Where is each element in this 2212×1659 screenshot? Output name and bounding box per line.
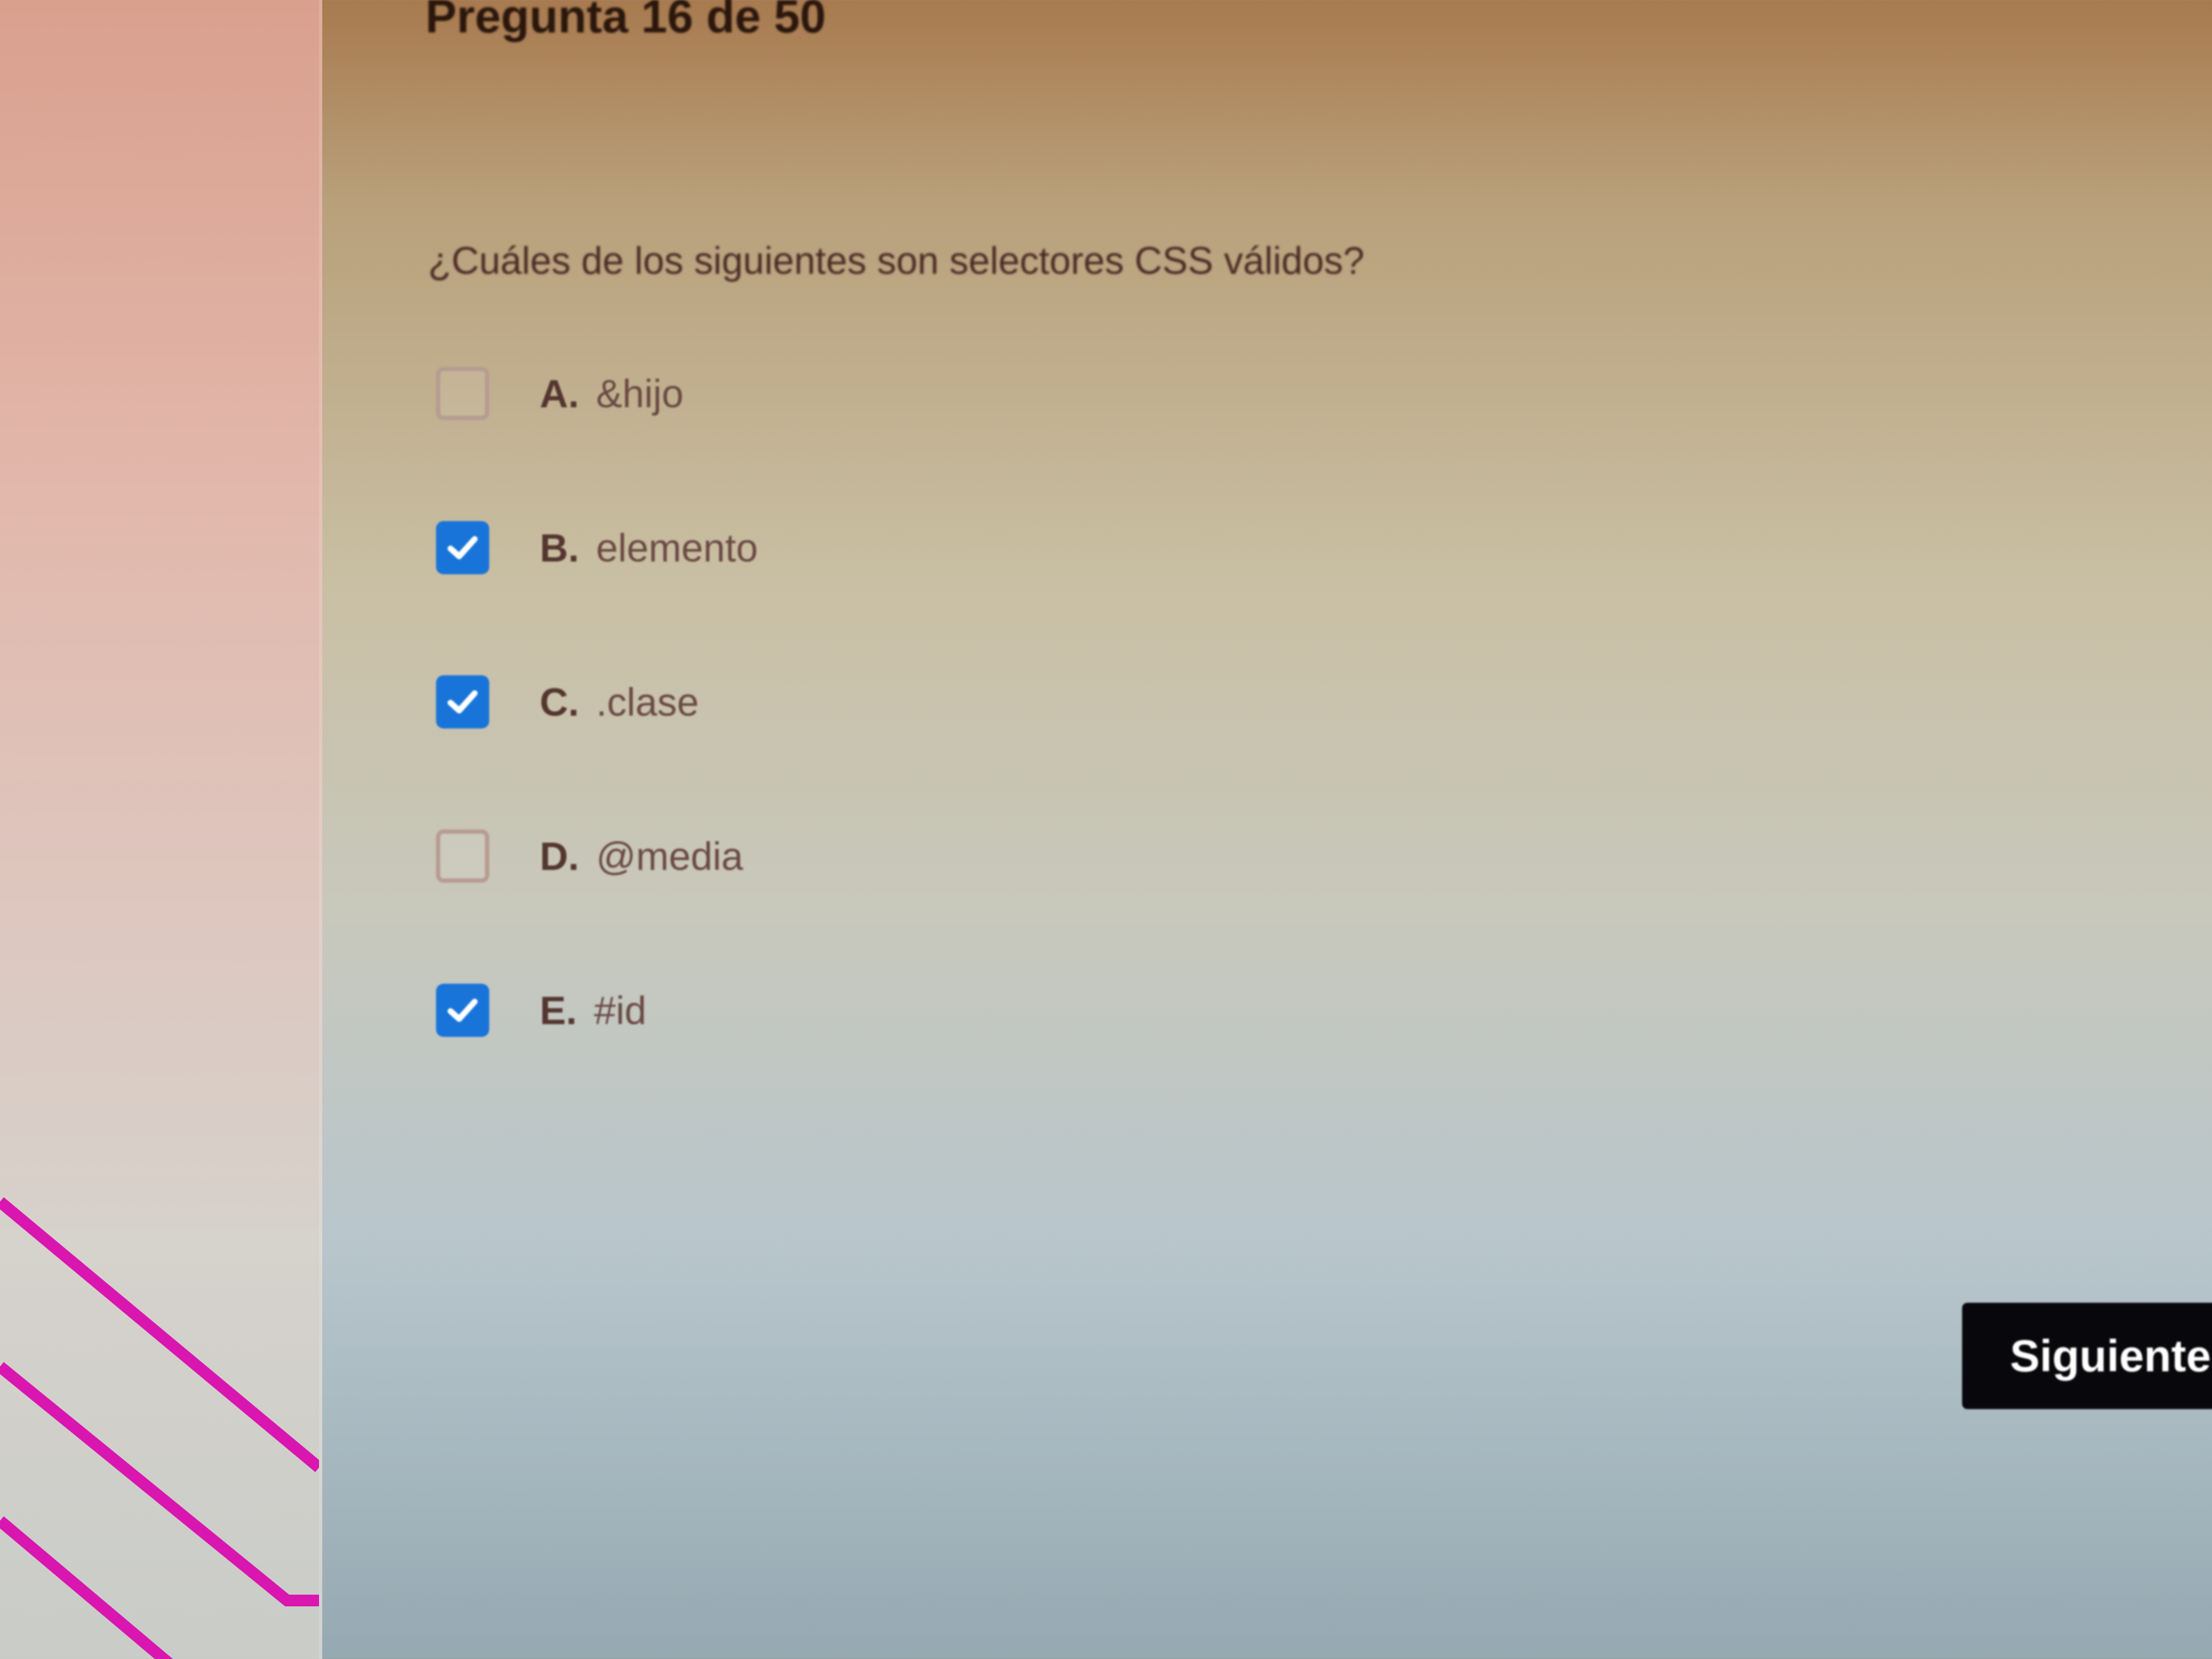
- diagonal-lines-decoration: [0, 1197, 319, 1659]
- option-d[interactable]: D. @media: [436, 824, 743, 888]
- option-c-text: .clase: [596, 680, 699, 724]
- option-b-letter: B.: [540, 525, 579, 570]
- option-d-checkbox[interactable]: [436, 830, 489, 883]
- option-b-checkbox[interactable]: [436, 521, 489, 574]
- question-counter: Pregunta 16 de 50: [425, 0, 826, 43]
- check-icon: [447, 999, 478, 1022]
- option-d-text: @media: [596, 834, 743, 878]
- option-a-checkbox[interactable]: [436, 367, 489, 420]
- next-button[interactable]: Siguiente: [1962, 1303, 2212, 1409]
- option-b-text: elemento: [596, 525, 758, 570]
- check-icon: [447, 690, 478, 714]
- option-d-letter: D.: [540, 834, 579, 878]
- option-e-letter: E.: [540, 988, 577, 1033]
- option-a-text: &hijo: [596, 371, 684, 416]
- option-c-checkbox[interactable]: [436, 675, 489, 728]
- option-c[interactable]: C. .clase: [436, 670, 699, 734]
- left-decorative-panel: [0, 0, 322, 1659]
- option-e-text: #id: [593, 988, 647, 1033]
- option-e[interactable]: E. #id: [436, 978, 647, 1042]
- option-a-letter: A.: [540, 371, 579, 416]
- option-b[interactable]: B. elemento: [436, 516, 758, 580]
- quiz-card: Pregunta 16 de 50 ¿Cuáles de los siguien…: [351, 0, 2212, 1659]
- option-c-letter: C.: [540, 680, 579, 724]
- check-icon: [447, 536, 478, 559]
- option-a[interactable]: A. &hijo: [436, 362, 684, 425]
- question-text: ¿Cuáles de los siguientes son selectores…: [428, 240, 1364, 282]
- option-e-checkbox[interactable]: [436, 984, 489, 1037]
